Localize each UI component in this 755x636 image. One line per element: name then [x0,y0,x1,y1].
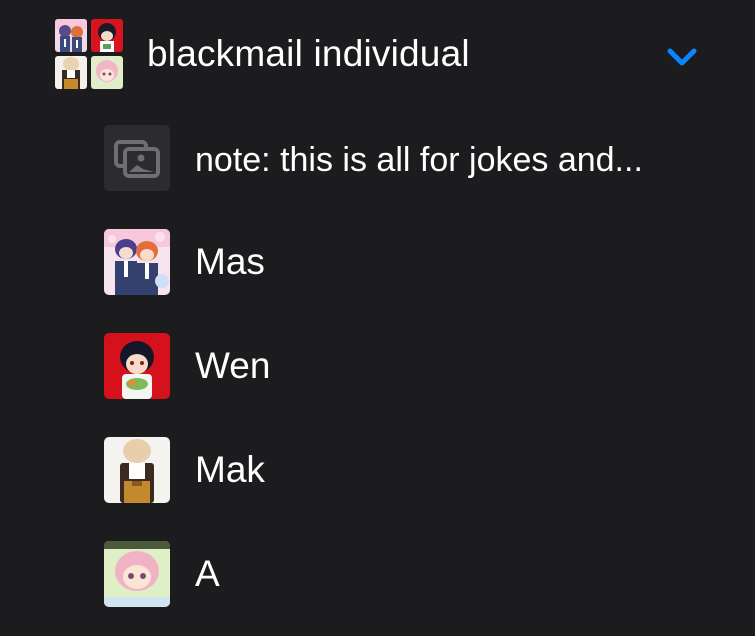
album-cover-grid [55,19,124,89]
album-item-label: Mak [195,449,265,490]
album-item-wen[interactable]: Wen [104,333,755,399]
album-cover-image-3 [55,56,87,89]
album-cover-image-1 [55,19,87,52]
album-item-thumbnail [104,437,170,503]
album-item-mak[interactable]: Mak [104,437,755,503]
chevron-down-icon[interactable] [666,45,698,69]
album-item-label: note: this is all for jokes and... [195,141,643,179]
album-item-thumbnail [104,229,170,295]
album-item-label: Wen [195,345,271,386]
album-item-mas[interactable]: Mas [104,229,755,295]
album-item-label: A [195,553,220,594]
album-item-thumbnail [104,333,170,399]
album-item-thumbnail [104,541,170,607]
album-header[interactable]: blackmail individual [0,0,755,110]
album-title: blackmail individual [147,33,470,74]
album-item-label: Mas [195,241,265,282]
album-cover-image-2 [91,19,123,52]
album-cover-image-4 [91,56,123,89]
album-item-a[interactable]: A [104,541,755,607]
album-list: blackmail individual note: this is all f… [0,0,755,636]
photo-stack-icon [104,125,170,191]
album-item-note[interactable]: note: this is all for jokes and... [104,125,755,191]
